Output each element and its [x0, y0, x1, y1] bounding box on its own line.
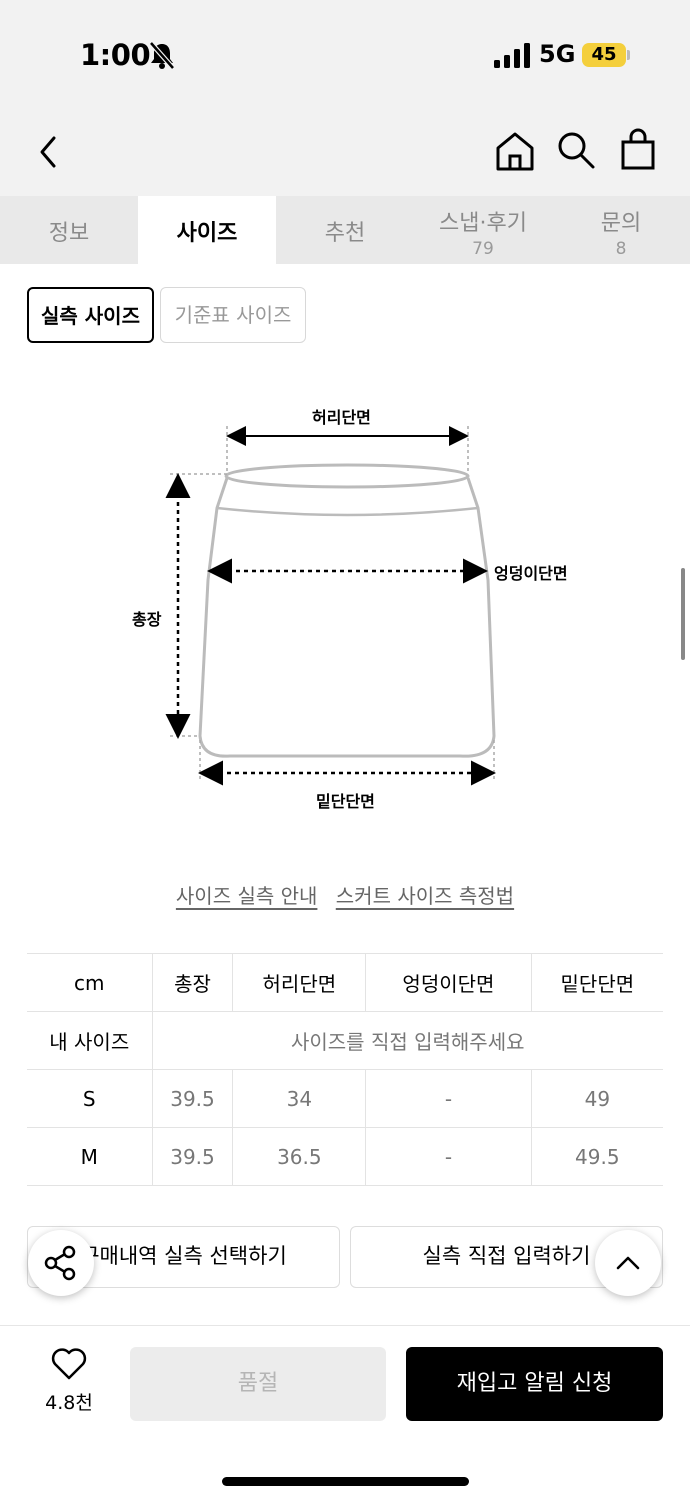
table-header: 밑단단면 — [530, 953, 663, 1012]
table-cell: 36.5 — [232, 1127, 366, 1186]
bell-muted-icon — [149, 41, 175, 70]
skirt-illustration — [165, 426, 496, 786]
skirt-size-diagram: 허리단면 엉덩이단면 총장 밑단단면 — [120, 390, 590, 820]
table-header: 총장 — [151, 953, 233, 1012]
scrollbar[interactable] — [681, 568, 685, 660]
tab-size[interactable]: 사이즈 — [138, 196, 276, 264]
table-cell: 39.5 — [151, 1127, 233, 1186]
table-header: cm — [27, 953, 152, 1012]
shopping-bag-icon[interactable] — [618, 128, 658, 170]
size-links: 사이즈 실측 안내 스커트 사이즈 측정법 — [0, 880, 690, 909]
network-type: 5G — [539, 40, 576, 68]
tab-label: 정보 — [48, 221, 90, 246]
battery-tip — [627, 50, 630, 60]
standard-size-button[interactable]: 기준표 사이즈 — [160, 287, 306, 343]
chevron-up-icon — [616, 1256, 640, 1270]
table-header: 엉덩이단면 — [365, 953, 532, 1012]
home-icon[interactable] — [494, 130, 536, 172]
table-header: 허리단면 — [232, 953, 366, 1012]
table-row: M 39.5 36.5 - 49.5 — [27, 1127, 663, 1186]
top-nav — [0, 110, 690, 196]
like-count: 4.8천 — [45, 1392, 93, 1414]
tab-recommend[interactable]: 추천 — [276, 196, 414, 264]
status-bar: 1:00 5G 45 — [0, 0, 690, 110]
measure-method-link[interactable]: 스커트 사이즈 측정법 — [336, 884, 514, 908]
tab-label: 사이즈 — [176, 221, 238, 246]
table-cell: 39.5 — [151, 1069, 233, 1128]
status-time: 1:00 — [80, 38, 151, 72]
signal-icon — [494, 43, 530, 68]
waist-label: 허리단면 — [312, 408, 371, 427]
my-size-row: 내 사이즈 사이즈를 직접 입력해주세요 — [27, 1011, 663, 1070]
length-label: 총장 — [132, 610, 162, 629]
share-button[interactable] — [28, 1230, 94, 1296]
scroll-top-button[interactable] — [595, 1230, 661, 1296]
tab-label: 스냅·후기 — [439, 211, 527, 236]
tab-label: 문의 — [600, 211, 642, 236]
tab-count: 79 — [472, 239, 494, 259]
tab-inquiry[interactable]: 문의 8 — [552, 196, 690, 264]
soldout-button: 품절 — [130, 1347, 386, 1421]
tab-info[interactable]: 정보 — [0, 196, 138, 264]
product-tabs: 정보 사이즈 추천 스냅·후기 79 문의 8 — [0, 196, 690, 264]
table-cell: 34 — [232, 1069, 366, 1128]
share-icon — [44, 1245, 76, 1281]
chevron-left-icon[interactable] — [34, 134, 64, 170]
table-cell: 49 — [530, 1069, 663, 1128]
battery-icon: 45 — [582, 43, 626, 67]
table-cell: - — [365, 1069, 532, 1128]
tab-label: 추천 — [324, 221, 366, 246]
size-table: cm 총장 허리단면 엉덩이단면 밑단단면 내 사이즈 사이즈를 직접 입력해주… — [27, 953, 663, 1186]
size-cell: S — [27, 1069, 152, 1128]
tab-count: 8 — [615, 239, 627, 259]
table-cell: - — [365, 1127, 532, 1186]
my-size-input[interactable]: 사이즈를 직접 입력해주세요 — [151, 1011, 663, 1070]
tab-snap-review[interactable]: 스냅·후기 79 — [414, 196, 552, 264]
home-indicator — [222, 1477, 469, 1486]
size-guide-link[interactable]: 사이즈 실측 안내 — [176, 884, 318, 908]
size-cell: M — [27, 1127, 152, 1186]
my-size-label: 내 사이즈 — [27, 1011, 152, 1070]
like-button[interactable]: 4.8천 — [34, 1348, 104, 1415]
hip-label: 엉덩이단면 — [494, 564, 568, 583]
restock-alert-button[interactable]: 재입고 알림 신청 — [406, 1347, 663, 1421]
purchase-bar: 4.8천 품절 재입고 알림 신청 — [0, 1325, 690, 1500]
hem-label: 밑단단면 — [316, 792, 375, 811]
table-row: S 39.5 34 - 49 — [27, 1069, 663, 1128]
search-icon[interactable] — [556, 130, 596, 170]
table-cell: 49.5 — [530, 1127, 663, 1186]
table-header-row: cm 총장 허리단면 엉덩이단면 밑단단면 — [27, 953, 663, 1012]
actual-size-button[interactable]: 실측 사이즈 — [27, 287, 154, 343]
heart-icon — [51, 1348, 87, 1380]
